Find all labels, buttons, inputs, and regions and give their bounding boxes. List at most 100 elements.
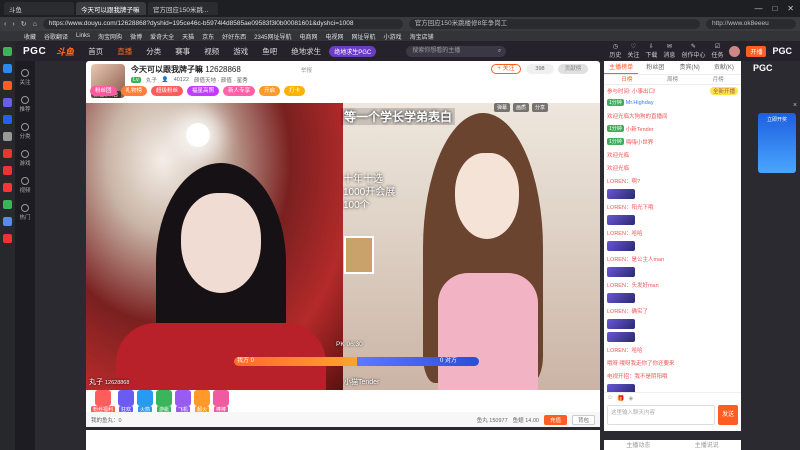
chat-message[interactable]: 欢迎光临 [607, 162, 738, 173]
chat-message[interactable]: 1分钟 嗨嗨小世界 [607, 136, 738, 147]
send-button[interactable]: 发送 [718, 405, 738, 425]
bookmark-item[interactable]: 小游戏 [384, 32, 402, 41]
bookmark-item[interactable]: 淘宝网购 [98, 32, 122, 41]
chat-message[interactable]: 欢迎光临大狗狗的直播间 [607, 110, 738, 121]
sidebar-app-icon[interactable] [3, 64, 12, 73]
room-tag[interactable]: 粉丝团 [90, 86, 117, 96]
bookmark-item[interactable]: 网址导航 [352, 32, 376, 41]
tab-host-posts[interactable]: 主播说说 [673, 440, 742, 450]
minimize-icon[interactable]: — [754, 4, 762, 13]
douyu-logo[interactable]: 斗鱼 [56, 45, 74, 58]
video-player[interactable]: 等一个学长学弟表白 十年十选 1000开会展 100个 弹幕 画质 分享 PK … [86, 103, 600, 390]
gift-item[interactable]: 火箭 [137, 389, 154, 413]
nav-events[interactable]: 赛事 [175, 46, 190, 57]
chat-message[interactable]: LOREN：啊? [607, 175, 738, 186]
sidebar-app-icon[interactable] [3, 234, 12, 243]
nav-category[interactable]: 分类 [146, 46, 161, 57]
sidebar-item-follow[interactable]: 关注 [19, 69, 31, 86]
room-tag[interactable]: 开启 [259, 86, 281, 96]
gift-item[interactable]: 超火 [194, 389, 211, 413]
sidebar-app-icon[interactable] [3, 47, 12, 56]
gift-item[interactable]: 棒棒 [213, 389, 230, 413]
tasks-button[interactable]: ☑ 任务 [711, 43, 723, 59]
chat-message[interactable]: LOREN：阳光下哦 [607, 201, 738, 212]
quality-button[interactable]: 画质 [513, 103, 530, 112]
pgc-badge[interactable]: 绝地求生PGC [329, 45, 377, 57]
sidebar-app-icon[interactable] [3, 183, 12, 192]
bookmark-item[interactable]: 2345网址导航 [254, 32, 291, 41]
browser-tab-active[interactable]: 今天可以跟我牌子嘛 [76, 2, 146, 15]
ad-card[interactable]: 立即开奖 [758, 113, 796, 173]
gift-item[interactable]: 飞机 [175, 389, 192, 413]
nav-fishbar[interactable]: 鱼吧 [262, 46, 277, 57]
tab-fans[interactable]: 粉丝团 [638, 61, 672, 74]
follow-button[interactable]: + 关注 [491, 64, 521, 74]
room-category[interactable]: 颜值天地 · 颜值 · 星秀 [194, 76, 248, 84]
room-tag[interactable]: 打卡 [284, 86, 306, 96]
sidebar-item-recommend[interactable]: 推荐 [19, 96, 31, 113]
nav-home[interactable]: 首页 [88, 46, 103, 57]
search-input[interactable]: 搜索你想看的主播 ⌕ [406, 45, 507, 57]
gift-item[interactable]: 粉丝福利 [91, 389, 116, 413]
nav-live[interactable]: 直播 [117, 46, 132, 57]
sidebar-app-icon[interactable] [3, 132, 12, 141]
room-tag[interactable]: 超级粉丝 [151, 86, 184, 96]
messages-button[interactable]: ✉ 消息 [663, 43, 675, 59]
tab-vip[interactable]: 贵宾(N) [673, 61, 707, 74]
chat-message[interactable]: LOREN：确实了 [607, 305, 738, 316]
chat-message[interactable]: LOREN：头发好man [607, 279, 738, 290]
sidebar-app-icon[interactable] [3, 200, 12, 209]
third-url-field[interactable]: http://www.ok8eeeu [706, 19, 796, 29]
chat-message[interactable] [607, 266, 738, 277]
open-live-button[interactable]: 开播 [746, 45, 767, 57]
bookmark-item[interactable]: 电商网 [300, 32, 318, 41]
nav-pubg[interactable]: 绝地求生 [291, 46, 321, 57]
rank-button[interactable]: 贡献榜 [558, 64, 588, 74]
sidebar-item-games[interactable]: 游戏 [19, 150, 31, 167]
backpack-button[interactable]: 背包 [571, 414, 595, 425]
promo-button[interactable]: 全新开播 [709, 87, 738, 95]
sidebar-item-hot[interactable]: 热门 [19, 204, 31, 221]
chat-message[interactable]: 1分钟 Mr.Highday [607, 97, 738, 108]
chat-message[interactable]: 哦呀 哦呀我走你了你还要来 [607, 357, 738, 368]
bookmark-item[interactable]: 谷歌翻译 [44, 32, 68, 41]
fan-badge-icon[interactable]: ◈ [629, 395, 634, 402]
tab-contribution[interactable]: 贡献(K) [707, 61, 741, 74]
follow-list-button[interactable]: ♡ 关注 [627, 43, 639, 59]
tab-daily[interactable]: 日榜 [604, 75, 650, 84]
bookmark-item[interactable]: 淘宝店铺 [410, 32, 434, 41]
url-field[interactable]: https://www.douyu.com/12628868?dyshid=19… [42, 19, 403, 29]
danmaku-toggle[interactable]: 弹幕 [494, 103, 511, 112]
sidebar-item-category[interactable]: 分类 [19, 123, 31, 140]
tab-host-feed[interactable]: 主播动态 [604, 440, 673, 450]
bookmark-item[interactable]: 天猫 [182, 32, 194, 41]
sidebar-app-icon[interactable] [3, 115, 12, 124]
home-icon[interactable]: ⌂ [33, 21, 37, 28]
sidebar-app-icon[interactable] [3, 81, 12, 90]
bookmark-item[interactable]: 微博 [130, 32, 142, 41]
secondary-url-field[interactable]: 官方回应150米跳楼修8年争岗工 [408, 19, 700, 29]
chat-message[interactable]: 1分钟 小新Tender [607, 123, 738, 134]
room-tag[interactable]: 福星高照 [187, 86, 220, 96]
chat-input[interactable]: 这里输入聊天内容 [607, 405, 715, 425]
nav-games[interactable]: 游戏 [233, 46, 248, 57]
host-name[interactable]: 丸子 [146, 76, 157, 84]
chat-message[interactable] [607, 331, 738, 342]
emoji-icon[interactable]: ☺ [607, 395, 613, 402]
history-button[interactable]: ◷ 历史 [609, 43, 621, 59]
gift-item[interactable]: 游艇 [156, 389, 173, 413]
creator-button[interactable]: ✎ 创作中心 [681, 43, 705, 59]
sidebar-app-icon[interactable] [3, 149, 12, 158]
bookmark-item[interactable]: 收藏 [24, 32, 36, 41]
bookmark-item[interactable]: 好好东西 [222, 32, 246, 41]
sidebar-app-icon[interactable] [3, 98, 12, 107]
search-icon[interactable]: ⌕ [498, 46, 501, 57]
tab-host-rank[interactable]: 主播榜单 [604, 61, 639, 74]
room-tag[interactable]: 新人专享 [223, 86, 256, 96]
bookmark-item[interactable]: Links [76, 33, 90, 39]
bookmark-item[interactable]: 爱奇大全 [150, 32, 174, 41]
forward-icon[interactable]: › [12, 21, 14, 28]
chat-message[interactable] [607, 240, 738, 251]
nav-video[interactable]: 视频 [204, 46, 219, 57]
chat-message[interactable] [607, 188, 738, 199]
